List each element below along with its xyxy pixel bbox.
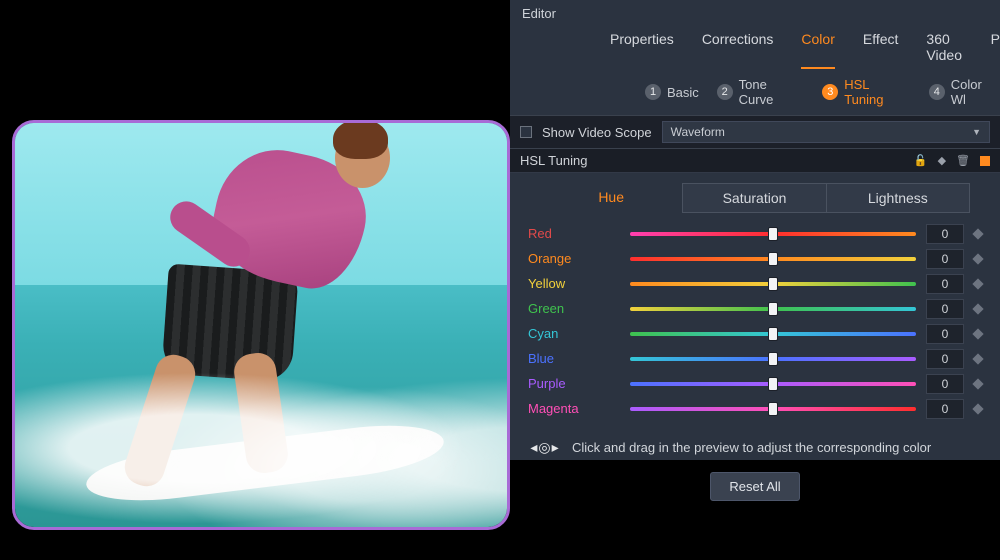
hsl-tab-saturation[interactable]: Saturation: [682, 183, 826, 213]
video-preview-image[interactable]: [15, 123, 507, 527]
slider-thumb[interactable]: [768, 252, 778, 266]
color-sub-tabs: 1 Basic 2 Tone Curve 3 HSL Tuning 4 Colo…: [510, 69, 1000, 115]
slider-thumb[interactable]: [768, 352, 778, 366]
slider-label: Orange: [528, 251, 620, 266]
slider-thumb[interactable]: [768, 277, 778, 291]
slider-label: Magenta: [528, 401, 620, 416]
slider-thumb[interactable]: [768, 227, 778, 241]
slider-row-purple: Purple 0: [528, 371, 982, 396]
subtab-label: Basic: [667, 85, 699, 100]
slider-value-green[interactable]: 0: [926, 299, 964, 319]
keyframe-icon[interactable]: [972, 228, 983, 239]
hue-slider-red[interactable]: [630, 232, 916, 236]
subtab-label: HSL Tuning: [844, 77, 911, 107]
keyframe-icon[interactable]: [972, 403, 983, 414]
hsl-tab-lightness[interactable]: Lightness: [827, 183, 970, 213]
slider-value-magenta[interactable]: 0: [926, 399, 964, 419]
keyframe-diamond-icon[interactable]: ◆: [938, 154, 946, 167]
keyframe-icon[interactable]: [972, 378, 983, 389]
tab-properties[interactable]: Properties: [610, 31, 674, 63]
keyframe-icon[interactable]: [972, 303, 983, 314]
subtab-label: Color Wl: [951, 77, 1000, 107]
show-scope-label: Show Video Scope: [542, 125, 652, 140]
subtab-basic[interactable]: 1 Basic: [645, 84, 699, 100]
slider-thumb[interactable]: [768, 402, 778, 416]
slider-label: Yellow: [528, 276, 620, 291]
hsl-tab-hue[interactable]: Hue: [540, 183, 682, 213]
subtab-number-icon: 1: [645, 84, 661, 100]
slider-row-green: Green 0: [528, 296, 982, 321]
slider-value-red[interactable]: 0: [926, 224, 964, 244]
video-preview-frame[interactable]: [12, 120, 510, 530]
hue-slider-cyan[interactable]: [630, 332, 916, 336]
panel-title: Editor: [510, 0, 1000, 25]
video-scope-row: Show Video Scope Waveform ▼: [510, 115, 1000, 149]
slider-value-yellow[interactable]: 0: [926, 274, 964, 294]
slider-label: Purple: [528, 376, 620, 391]
dropdown-caret-icon: ▼: [972, 127, 981, 137]
tab-360video[interactable]: 360 Video: [926, 31, 962, 63]
slider-value-orange[interactable]: 0: [926, 249, 964, 269]
tab-color[interactable]: Color: [801, 31, 834, 63]
scope-mode-select[interactable]: Waveform ▼: [662, 121, 990, 143]
slider-thumb[interactable]: [768, 327, 778, 341]
subtab-number-icon: 2: [717, 84, 733, 100]
keyframe-icon[interactable]: [972, 253, 983, 264]
tab-corrections[interactable]: Corrections: [702, 31, 774, 63]
section-action-icons: 🔓 ◆ 🗑: [914, 154, 990, 167]
subtab-number-icon: 4: [929, 84, 945, 100]
hue-slider-yellow[interactable]: [630, 282, 916, 286]
tab-effect[interactable]: Effect: [863, 31, 899, 63]
subtab-color-wheel[interactable]: 4 Color Wl: [929, 77, 1000, 107]
preview-figure-hair: [333, 120, 388, 159]
slider-thumb[interactable]: [768, 377, 778, 391]
hue-slider-green[interactable]: [630, 307, 916, 311]
hsl-mode-tabs: Hue Saturation Lightness: [510, 173, 1000, 215]
keyframe-icon[interactable]: [972, 353, 983, 364]
section-title: HSL Tuning: [520, 153, 587, 168]
reset-row: Reset All: [510, 464, 1000, 517]
preview-wave-foam: [12, 315, 510, 530]
show-scope-checkbox[interactable]: [520, 126, 532, 138]
slider-row-cyan: Cyan 0: [528, 321, 982, 346]
subtab-label: Tone Curve: [739, 77, 805, 107]
editor-panel: Editor Properties Corrections Color Effe…: [510, 0, 1000, 460]
hue-slider-blue[interactable]: [630, 357, 916, 361]
slider-row-magenta: Magenta 0: [528, 396, 982, 421]
lock-icon[interactable]: 🔓: [914, 154, 928, 167]
slider-row-orange: Orange 0: [528, 246, 982, 271]
hsl-sliders: Red 0 Orange 0 Yellow 0 Green 0 Cyan 0: [510, 215, 1000, 425]
tab-more[interactable]: P: [991, 31, 1000, 63]
hsl-section-bar: HSL Tuning 🔓 ◆ 🗑: [510, 149, 1000, 173]
slider-thumb[interactable]: [768, 302, 778, 316]
top-tabs: Properties Corrections Color Effect 360 …: [510, 25, 1000, 69]
hue-slider-orange[interactable]: [630, 257, 916, 261]
hue-slider-purple[interactable]: [630, 382, 916, 386]
slider-row-blue: Blue 0: [528, 346, 982, 371]
drag-target-icon[interactable]: ◂◎▸: [530, 439, 560, 456]
slider-value-blue[interactable]: 0: [926, 349, 964, 369]
slider-row-red: Red 0: [528, 221, 982, 246]
subtab-tone-curve[interactable]: 2 Tone Curve: [717, 77, 805, 107]
enable-toggle-icon[interactable]: [980, 156, 990, 166]
drag-hint-row: ◂◎▸ Click and drag in the preview to adj…: [510, 425, 1000, 464]
slider-label: Green: [528, 301, 620, 316]
slider-label: Cyan: [528, 326, 620, 341]
slider-value-cyan[interactable]: 0: [926, 324, 964, 344]
reset-all-button[interactable]: Reset All: [710, 472, 799, 501]
subtab-number-icon: 3: [822, 84, 838, 100]
keyframe-icon[interactable]: [972, 278, 983, 289]
keyframe-icon[interactable]: [972, 328, 983, 339]
hue-slider-magenta[interactable]: [630, 407, 916, 411]
trash-icon[interactable]: 🗑: [956, 154, 970, 167]
subtab-hsl-tuning[interactable]: 3 HSL Tuning: [822, 77, 911, 107]
drag-hint-text: Click and drag in the preview to adjust …: [572, 440, 931, 455]
slider-value-purple[interactable]: 0: [926, 374, 964, 394]
scope-mode-value: Waveform: [671, 125, 725, 139]
slider-label: Blue: [528, 351, 620, 366]
slider-row-yellow: Yellow 0: [528, 271, 982, 296]
slider-label: Red: [528, 226, 620, 241]
